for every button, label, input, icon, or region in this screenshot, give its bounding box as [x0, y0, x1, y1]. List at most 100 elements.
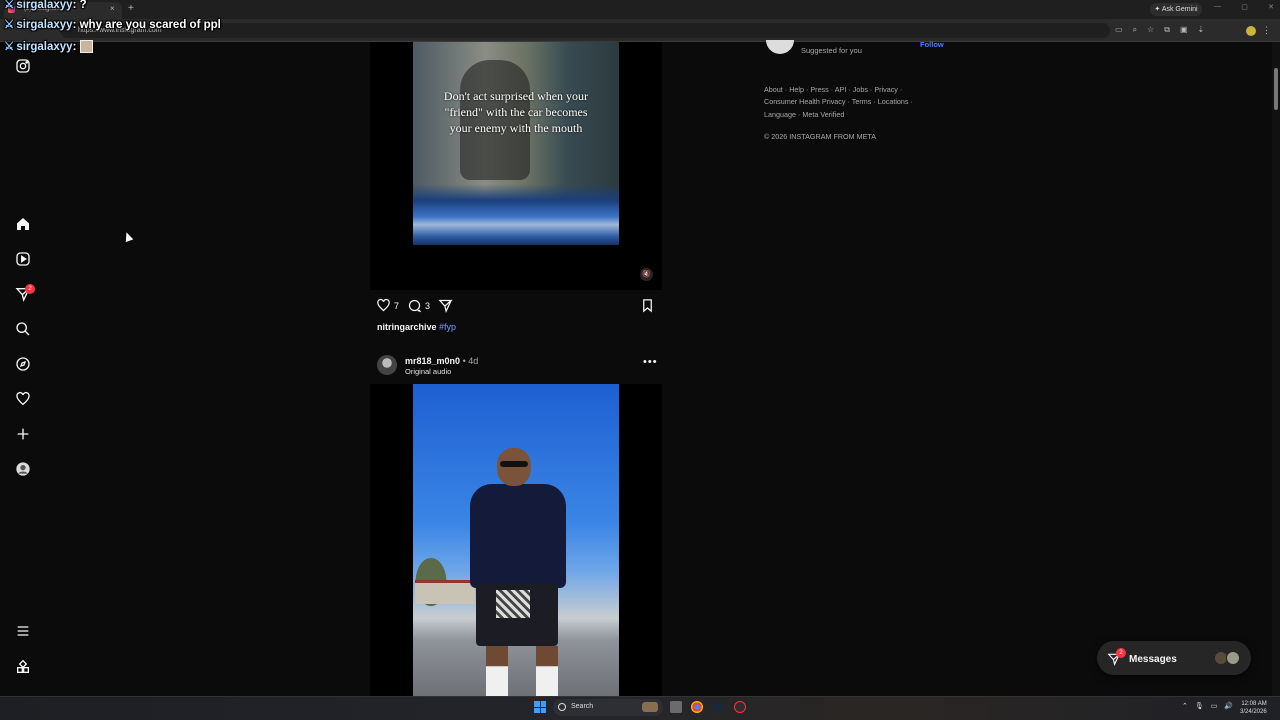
- menu-hamburger-icon[interactable]: [14, 622, 31, 639]
- sidebar-toggle-icon[interactable]: ▣: [1180, 25, 1188, 35]
- suggested-account-avatar[interactable]: [766, 40, 794, 54]
- windows-start-icon[interactable]: [534, 701, 546, 713]
- search-icon[interactable]: [14, 320, 31, 337]
- video-person-head: [497, 448, 531, 486]
- chat-message: why are you scared of ppl: [79, 19, 221, 31]
- suggested-for-you-label: Suggested for you: [801, 46, 862, 55]
- chat-message: ?: [79, 0, 87, 11]
- bookmark-star-icon[interactable]: ☆: [1147, 25, 1154, 35]
- footer-link-privacy[interactable]: Privacy: [874, 85, 898, 94]
- chevron-up-icon[interactable]: ⌃: [1182, 702, 1188, 710]
- instagram-logo-icon[interactable]: [14, 57, 31, 74]
- post-actions: 7 3: [376, 298, 662, 315]
- clock-time: 12:08 AM: [1241, 701, 1267, 707]
- footer-link-terms[interactable]: Terms: [852, 97, 872, 106]
- bookmark-icon: [643, 299, 652, 313]
- chat-line: ⚔ sirgalaxyy:: [4, 39, 93, 54]
- task-view-icon[interactable]: [670, 701, 682, 713]
- footer-link-about[interactable]: About: [764, 85, 783, 94]
- sword-badge-icon: ⚔: [4, 41, 15, 53]
- share-button[interactable]: [438, 298, 453, 313]
- also-from-meta-icon[interactable]: [14, 658, 31, 675]
- profile-avatar-icon[interactable]: [14, 460, 31, 477]
- more-options-icon[interactable]: •••: [643, 356, 658, 368]
- ask-gemini-button[interactable]: ✦ Ask Gemini: [1150, 3, 1202, 16]
- taskbar-search-icon: [558, 703, 566, 711]
- comment-button[interactable]: 3: [407, 298, 430, 313]
- comment-icon: [408, 299, 422, 313]
- post-caption: nitringarchive #fyp: [377, 322, 456, 332]
- chrome-icon[interactable]: [691, 701, 703, 713]
- footer-link-consumer-health-privacy[interactable]: Consumer Health Privacy: [764, 97, 846, 106]
- microphone-icon[interactable]: 🎙: [1195, 702, 1204, 710]
- original-audio-link[interactable]: Original audio: [405, 367, 451, 376]
- scrollbar-thumb[interactable]: [1274, 68, 1278, 110]
- search-highlight-image: [642, 702, 658, 712]
- cast-icon[interactable]: ▭: [1115, 25, 1123, 35]
- messages-label: Messages: [1129, 654, 1177, 665]
- post-username[interactable]: mr818_m0n0: [405, 356, 460, 366]
- messages-avatars: [1214, 651, 1242, 665]
- footer-link-language[interactable]: Language: [764, 110, 796, 119]
- browser-menu-icon[interactable]: ⋮: [1262, 25, 1271, 36]
- video-person-leg: [486, 646, 508, 696]
- home-icon[interactable]: [14, 215, 31, 232]
- chat-emote-image: [79, 40, 93, 54]
- chat-username: sirgalaxyy: [16, 41, 73, 53]
- video-person-leg: [536, 646, 558, 696]
- post-age: 4d: [468, 356, 479, 366]
- zoom-icon[interactable]: ⌕: [1133, 25, 1137, 35]
- network-icon[interactable]: ▭: [1211, 702, 1218, 710]
- video-person-glasses: [500, 461, 528, 467]
- chat-line: ⚔ sirgalaxyy: ?: [4, 0, 87, 11]
- new-tab-button[interactable]: +: [128, 3, 134, 14]
- caption-username[interactable]: nitringarchive: [377, 322, 437, 332]
- like-button[interactable]: 7: [376, 298, 399, 313]
- follow-button[interactable]: Follow: [920, 40, 944, 49]
- footer-link-meta-verified[interactable]: Meta Verified: [802, 110, 844, 119]
- footer-link-api[interactable]: API: [835, 85, 847, 94]
- reels-icon[interactable]: [14, 250, 31, 267]
- share-icon: [438, 299, 453, 313]
- video-house: [415, 580, 475, 604]
- footer-link-press[interactable]: Press: [810, 85, 828, 94]
- comment-count: 3: [425, 300, 431, 311]
- video-person-shirt: [470, 484, 566, 588]
- downloads-icon[interactable]: ⇣: [1198, 25, 1205, 35]
- chat-line: ⚔ sirgalaxyy: why are you scared of ppl: [4, 19, 221, 31]
- video-shorts-design: [496, 590, 530, 618]
- footer-links: About · Help · Press · API · Jobs · Priv…: [764, 85, 913, 119]
- close-window-icon[interactable]: ✕: [1268, 3, 1274, 11]
- extensions-icon[interactable]: ⧉: [1164, 25, 1170, 35]
- footer-link-help[interactable]: Help: [789, 85, 804, 94]
- post-author-avatar[interactable]: [377, 355, 397, 375]
- page-scrollbar[interactable]: [1272, 42, 1280, 696]
- steam-icon[interactable]: [712, 701, 724, 713]
- footer-link-jobs[interactable]: Jobs: [853, 85, 868, 94]
- mouse-cursor: [122, 230, 134, 243]
- taskbar-clock[interactable]: 12:08 AM 3/24/2026: [1240, 700, 1267, 716]
- copyright-text: © 2026 INSTAGRAM FROM META: [764, 132, 877, 141]
- sword-badge-icon: ⚔: [4, 19, 15, 31]
- browser-profile-avatar[interactable]: [1246, 26, 1256, 36]
- minimize-icon[interactable]: —: [1214, 3, 1221, 11]
- chat-username: sirgalaxyy: [16, 0, 73, 11]
- heart-icon[interactable]: [14, 390, 31, 407]
- post-author: mr818_m0n0 • 4d: [405, 356, 479, 366]
- app-icon[interactable]: [734, 701, 746, 713]
- notification-badge: 2: [25, 284, 35, 294]
- messages-badge: 2: [1116, 648, 1126, 658]
- save-button[interactable]: [640, 298, 655, 313]
- maximize-icon[interactable]: ▢: [1241, 3, 1248, 11]
- create-plus-icon[interactable]: [14, 425, 31, 442]
- video-overlay-text: Don't act surprised when your "friend" w…: [443, 89, 589, 135]
- mute-icon[interactable]: 🔇: [640, 268, 653, 281]
- sword-badge-icon: ⚔: [4, 0, 15, 11]
- footer-link-locations[interactable]: Locations: [878, 97, 909, 106]
- tab-close-icon[interactable]: ×: [110, 4, 115, 13]
- caption-hashtag[interactable]: #fyp: [439, 322, 456, 332]
- window-controls: — ▢ ✕: [1214, 3, 1274, 11]
- like-count: 7: [394, 300, 400, 311]
- volume-icon[interactable]: 🔊: [1224, 702, 1233, 710]
- explore-icon[interactable]: [14, 355, 31, 372]
